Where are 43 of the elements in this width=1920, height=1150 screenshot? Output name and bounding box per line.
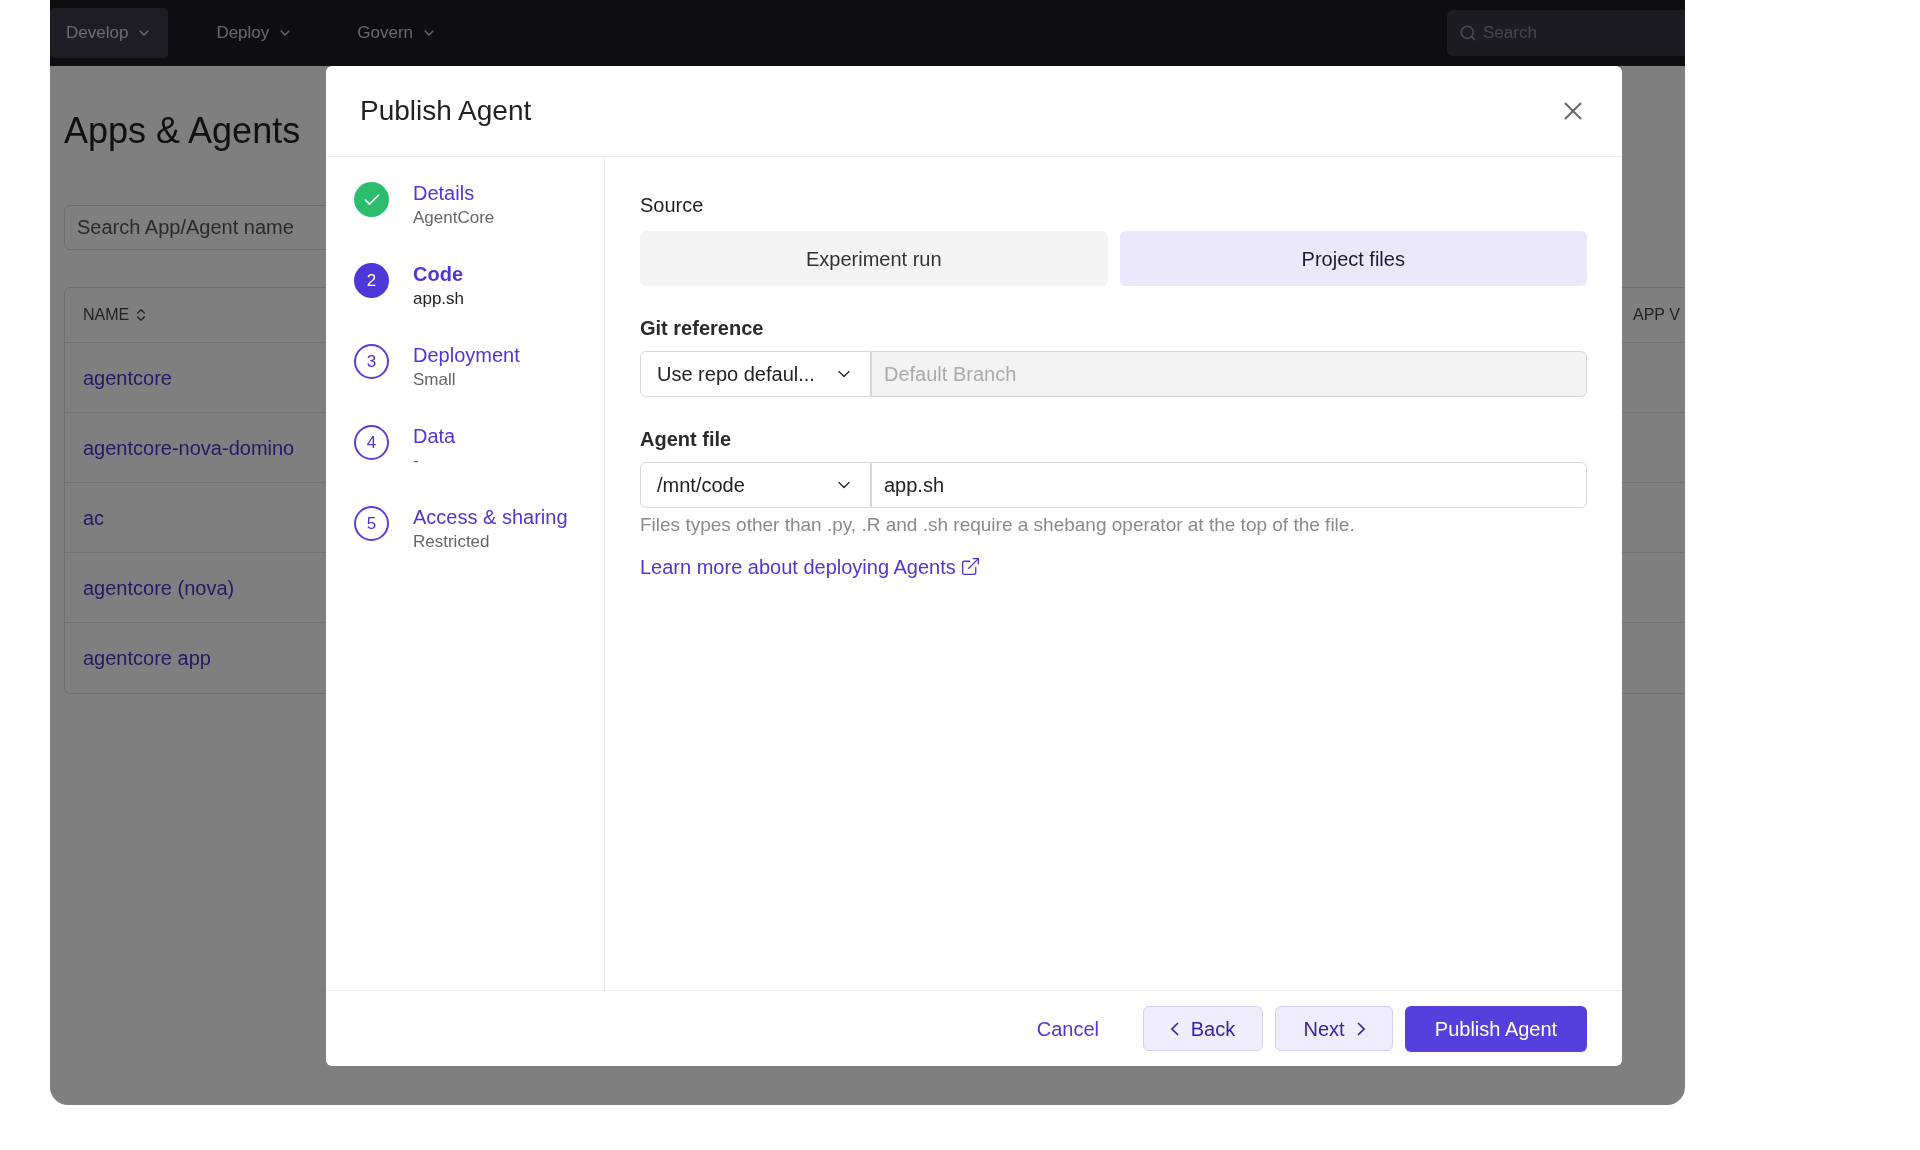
app-name-link[interactable]: agentcore app — [83, 643, 211, 673]
cancel-button[interactable]: Cancel — [1020, 1006, 1115, 1051]
field-label: Source — [640, 193, 705, 218]
step-label[interactable]: Deployment — [413, 343, 520, 367]
app-name-link[interactable]: ac — [83, 502, 105, 533]
search-icon — [1459, 24, 1477, 42]
step-number: 5 — [354, 506, 389, 541]
step-label[interactable]: Details — [413, 181, 495, 205]
step-label[interactable]: Code — [413, 262, 465, 286]
field-label: Git reference — [640, 316, 765, 341]
helper-text: Files types other than .py, .R and .sh require a shebang operator at the top of the file. — [640, 513, 1356, 537]
step-label[interactable]: Data — [413, 424, 456, 448]
app-name-link[interactable]: agentcore — [83, 362, 172, 393]
page-title: Apps & Agents — [64, 109, 301, 153]
step-summary: Small — [413, 369, 457, 391]
publish-agent-button[interactable]: Publish Agent — [1405, 1005, 1587, 1052]
step-number: 4 — [354, 425, 389, 460]
chevron-left-icon — [1170, 1021, 1179, 1036]
next-button[interactable]: Next — [1275, 1006, 1393, 1051]
column-header[interactable]: NAME — [83, 303, 150, 327]
dropdown-select[interactable]: Use repo defaul... — [640, 351, 871, 397]
dialog-title: Publish Agent — [360, 94, 532, 128]
step-number: 3 — [354, 344, 389, 379]
dropdown-select[interactable]: /mnt/code — [640, 462, 871, 508]
field-label: Agent file — [640, 427, 733, 452]
learn-more-link[interactable]: Learn more about deploying Agents — [640, 551, 981, 582]
step-summary: app.sh — [413, 288, 465, 310]
step-summary: - — [413, 450, 420, 472]
agent-file-field[interactable]: app.sh — [871, 462, 1587, 508]
chevron-right-icon — [1356, 1021, 1365, 1036]
nav-menu-tab[interactable]: Govern — [341, 8, 454, 58]
step-number: 2 — [354, 263, 389, 298]
step-summary: AgentCore — [413, 207, 495, 229]
back-button[interactable]: Back — [1143, 1006, 1263, 1051]
source-option[interactable]: Project files — [1119, 231, 1587, 286]
nav-menu-tab[interactable]: Deploy — [200, 8, 310, 58]
app-name-link[interactable]: agentcore-nova-domino — [83, 432, 295, 463]
step-summary: Restricted — [413, 531, 491, 553]
external-link-icon — [959, 556, 981, 577]
step-label[interactable]: Access & sharing — [413, 505, 568, 529]
source-option[interactable]: Experiment run — [640, 231, 1108, 286]
column-header[interactable]: APP V — [1633, 303, 1680, 327]
app-name-link[interactable]: agentcore (nova) — [83, 572, 235, 603]
